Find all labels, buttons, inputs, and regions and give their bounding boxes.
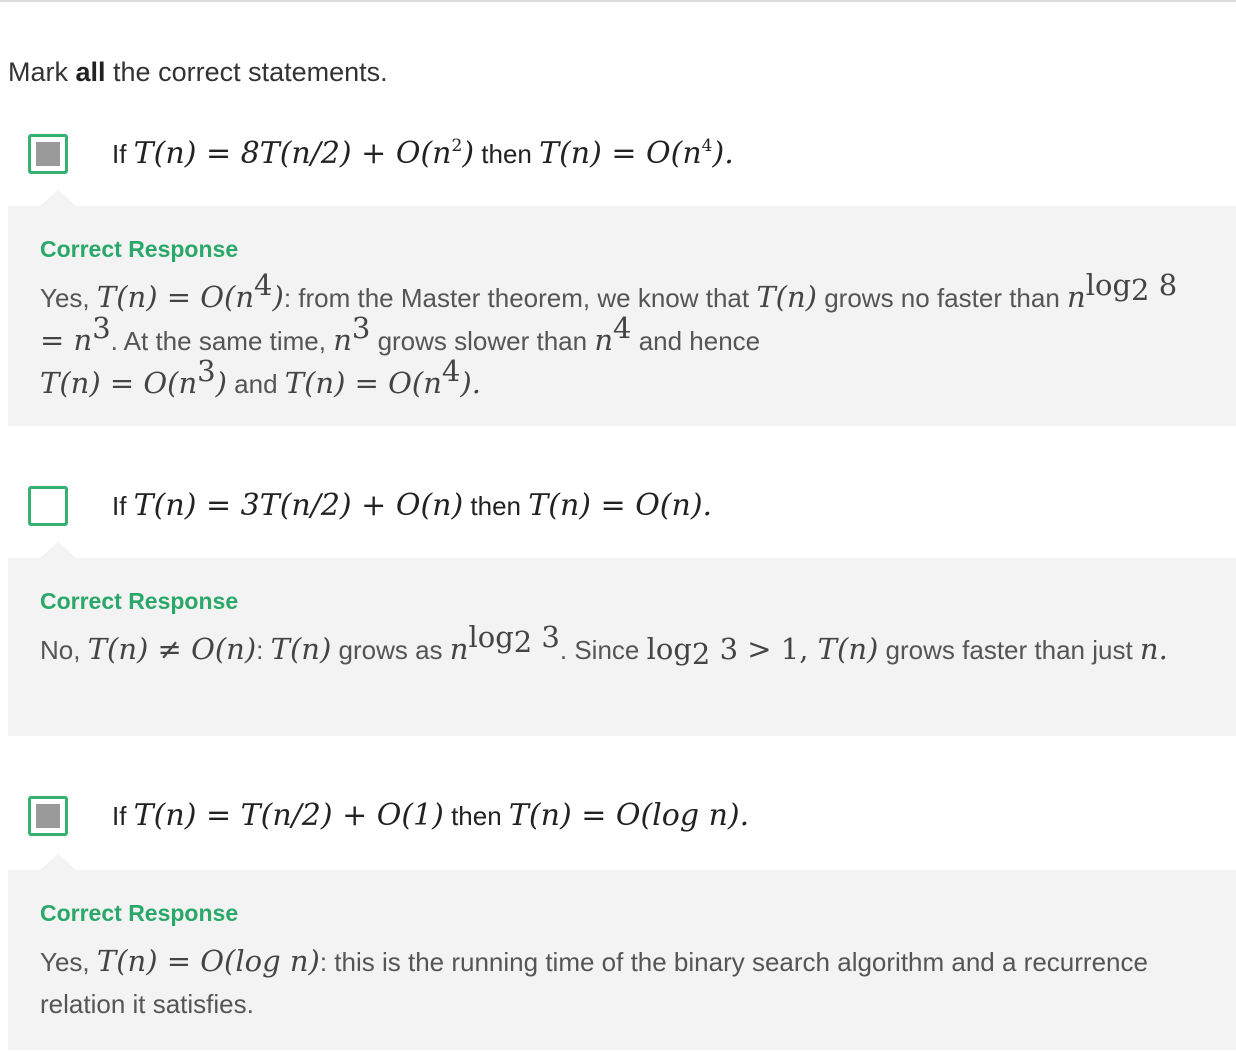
option-3-checkbox[interactable] [28,796,68,836]
feedback-title: Correct Response [40,588,239,614]
checkbox-fill [36,804,60,828]
feedback-text: Yes, T(n) = O(log n): this is the runnin… [40,944,1148,1019]
question-prompt: Mark all the correct statements. [8,57,388,87]
feedback-pointer [40,854,76,870]
option-2-statement: If T(n) = 3T(n/2) + O(n) then T(n) = O(n… [112,488,713,523]
feedback-pointer [40,190,76,206]
option-2-feedback: Correct Response No, T(n) ≠ O(n): T(n) g… [8,542,1236,736]
option-3-statement: If T(n) = T(n/2) + O(1) then T(n) = O(lo… [112,798,750,833]
option-2-checkbox[interactable] [28,486,68,526]
option-1-feedback: Correct Response Yes, T(n) = O(n4): from… [8,190,1236,426]
checkbox-fill [36,142,60,166]
option-1-statement: If T(n) = 8T(n/2) + O(n2) then T(n) = O(… [112,136,734,171]
option-1-checkbox[interactable] [28,134,68,174]
feedback-title: Correct Response [40,900,239,926]
feedback-text: No, T(n) ≠ O(n): T(n) grows as nlog2 3. … [40,620,1168,671]
option-3-feedback: Correct Response Yes, T(n) = O(log n): t… [8,854,1236,1050]
feedback-title: Correct Response [40,236,239,262]
feedback-text: Yes, T(n) = O(n4): from the Master theor… [40,268,1178,401]
top-divider [0,0,1236,2]
feedback-pointer [40,542,76,558]
